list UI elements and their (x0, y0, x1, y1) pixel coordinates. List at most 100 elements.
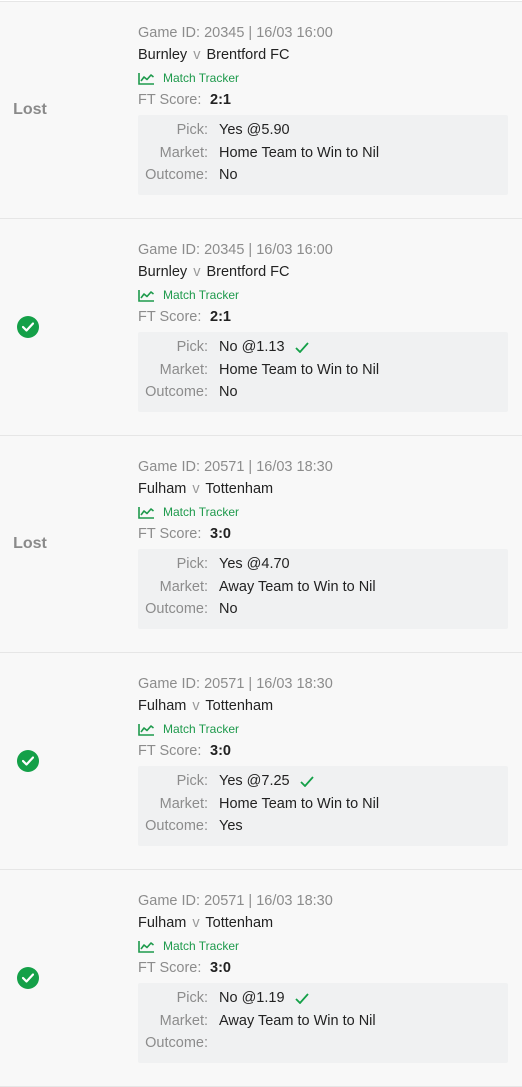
home-team: Fulham (138, 698, 187, 714)
bet-status: Lost (0, 2, 56, 218)
game-id: Game ID: 20571 | 16/03 18:30 (138, 459, 333, 475)
outcome-value: No (219, 601, 238, 618)
bet-card-2[interactable]: Game ID: 20345 | 16/03 16:00 Burnley v B… (0, 219, 522, 436)
versus-label: v (192, 481, 200, 497)
match-tracker-link[interactable]: Match Tracker (138, 68, 508, 88)
match-tracker-link[interactable]: Match Tracker (138, 502, 508, 522)
outcome-label: Outcome: (145, 601, 208, 618)
market-label: Market: (159, 144, 208, 161)
outcome-label: Outcome: (145, 384, 208, 401)
match-tracker-label[interactable]: Match Tracker (163, 71, 239, 85)
versus-label: v (192, 915, 200, 931)
lost-label: Lost (13, 535, 47, 552)
ft-score-label: FT Score: (138, 92, 202, 108)
check-icon (299, 776, 314, 787)
won-check-icon (17, 967, 39, 989)
match-tracker-link[interactable]: Match Tracker (138, 285, 508, 305)
bet-card-1[interactable]: Lost Game ID: 20345 | 16/03 16:00 Burnle… (0, 2, 522, 219)
market-label: Market: (159, 795, 208, 812)
bet-card-5[interactable]: Game ID: 20571 | 16/03 18:30 Fulham v To… (0, 870, 522, 1087)
outcome-row: Outcome: Yes (138, 815, 508, 838)
pick-row: Pick: Yes @4.70 (138, 553, 508, 576)
market-row: Market: Home Team to Win to Nil (138, 359, 508, 382)
bet-details: Pick: No @1.13 Market: Home Team to Win … (138, 332, 508, 412)
pick-label: Pick: (176, 556, 208, 573)
match-tracker-link[interactable]: Match Tracker (138, 719, 508, 739)
chart-icon (138, 506, 154, 519)
match-tracker-label[interactable]: Match Tracker (163, 505, 239, 519)
ft-score-value: 3:0 (210, 743, 231, 759)
market-row: Market: Home Team to Win to Nil (138, 793, 508, 816)
outcome-label: Outcome: (145, 1035, 208, 1052)
market-row: Market: Away Team to Win to Nil (138, 1010, 508, 1033)
game-id: Game ID: 20571 | 16/03 18:30 (138, 893, 333, 909)
pick-row: Pick: No @1.19 (138, 987, 508, 1010)
pick-label: Pick: (176, 990, 208, 1007)
ft-score-label: FT Score: (138, 526, 202, 542)
pick-value: Yes @7.25 (219, 773, 290, 790)
market-label: Market: (159, 578, 208, 595)
versus-label: v (193, 47, 201, 63)
ft-score-label: FT Score: (138, 309, 202, 325)
ft-score: FT Score: 3:0 (138, 522, 508, 546)
bet-card-4[interactable]: Game ID: 20571 | 16/03 18:30 Fulham v To… (0, 653, 522, 870)
bet-details: Pick: Yes @4.70 Market: Away Team to Win… (138, 549, 508, 629)
pick-label: Pick: (176, 339, 208, 356)
pick-value: Yes @5.90 (219, 122, 290, 139)
match-teams: Fulham v Tottenham (138, 697, 508, 719)
pick-value: Yes @4.70 (219, 556, 290, 573)
bet-card-3[interactable]: Lost Game ID: 20571 | 16/03 18:30 Fulham… (0, 436, 522, 653)
home-team: Burnley (138, 47, 188, 63)
match-tracker-label[interactable]: Match Tracker (163, 939, 239, 953)
outcome-value: No (219, 384, 238, 401)
match-teams: Fulham v Tottenham (138, 480, 508, 502)
market-label: Market: (159, 361, 208, 378)
market-value: Home Team to Win to Nil (219, 361, 380, 378)
ft-score-label: FT Score: (138, 743, 202, 759)
away-team: Brentford FC (206, 264, 290, 280)
bet-details: Pick: Yes @5.90 Market: Home Team to Win… (138, 115, 508, 195)
home-team: Fulham (138, 915, 187, 931)
chart-icon (138, 72, 154, 85)
pick-value: No @1.13 (219, 339, 285, 356)
ft-score-value: 3:0 (210, 960, 231, 976)
pick-value-wrap: No @1.19 (219, 990, 309, 1006)
game-id: Game ID: 20571 | 16/03 18:30 (138, 676, 333, 692)
ft-score-value: 2:1 (210, 309, 231, 325)
bet-status (0, 653, 56, 869)
check-icon (294, 993, 309, 1004)
ft-score: FT Score: 2:1 (138, 305, 508, 329)
away-team: Tottenham (205, 915, 274, 931)
pick-row: Pick: Yes @5.90 (138, 119, 508, 142)
versus-label: v (192, 698, 200, 714)
ft-score: FT Score: 3:0 (138, 739, 508, 763)
pick-value-wrap: Yes @7.25 (219, 773, 314, 789)
away-team: Brentford FC (206, 47, 290, 63)
bet-details: Pick: Yes @7.25 Market: Home Team to Win… (138, 766, 508, 846)
chart-icon (138, 940, 154, 953)
outcome-value: No (219, 167, 238, 184)
market-value: Home Team to Win to Nil (219, 144, 380, 161)
market-label: Market: (159, 1012, 208, 1029)
match-teams: Burnley v Brentford FC (138, 46, 508, 68)
away-team: Tottenham (205, 481, 274, 497)
bet-status (0, 870, 56, 1086)
versus-label: v (193, 264, 201, 280)
bet-details: Pick: No @1.19 Market: Away Team to Win … (138, 983, 508, 1063)
ft-score-value: 2:1 (210, 92, 231, 108)
match-tracker-label[interactable]: Match Tracker (163, 722, 239, 736)
bet-history-list: Lost Game ID: 20345 | 16/03 16:00 Burnle… (0, 2, 522, 1087)
match-tracker-label[interactable]: Match Tracker (163, 288, 239, 302)
away-team: Tottenham (205, 698, 274, 714)
outcome-value: Yes (219, 818, 243, 835)
bet-status (0, 219, 56, 435)
chart-icon (138, 289, 154, 302)
pick-value: No @1.19 (219, 990, 285, 1007)
pick-label: Pick: (176, 122, 208, 139)
match-tracker-link[interactable]: Match Tracker (138, 936, 508, 956)
outcome-row: Outcome: No (138, 164, 508, 187)
outcome-label: Outcome: (145, 818, 208, 835)
market-row: Market: Away Team to Win to Nil (138, 576, 508, 599)
game-id: Game ID: 20345 | 16/03 16:00 (138, 242, 333, 258)
outcome-label: Outcome: (145, 167, 208, 184)
